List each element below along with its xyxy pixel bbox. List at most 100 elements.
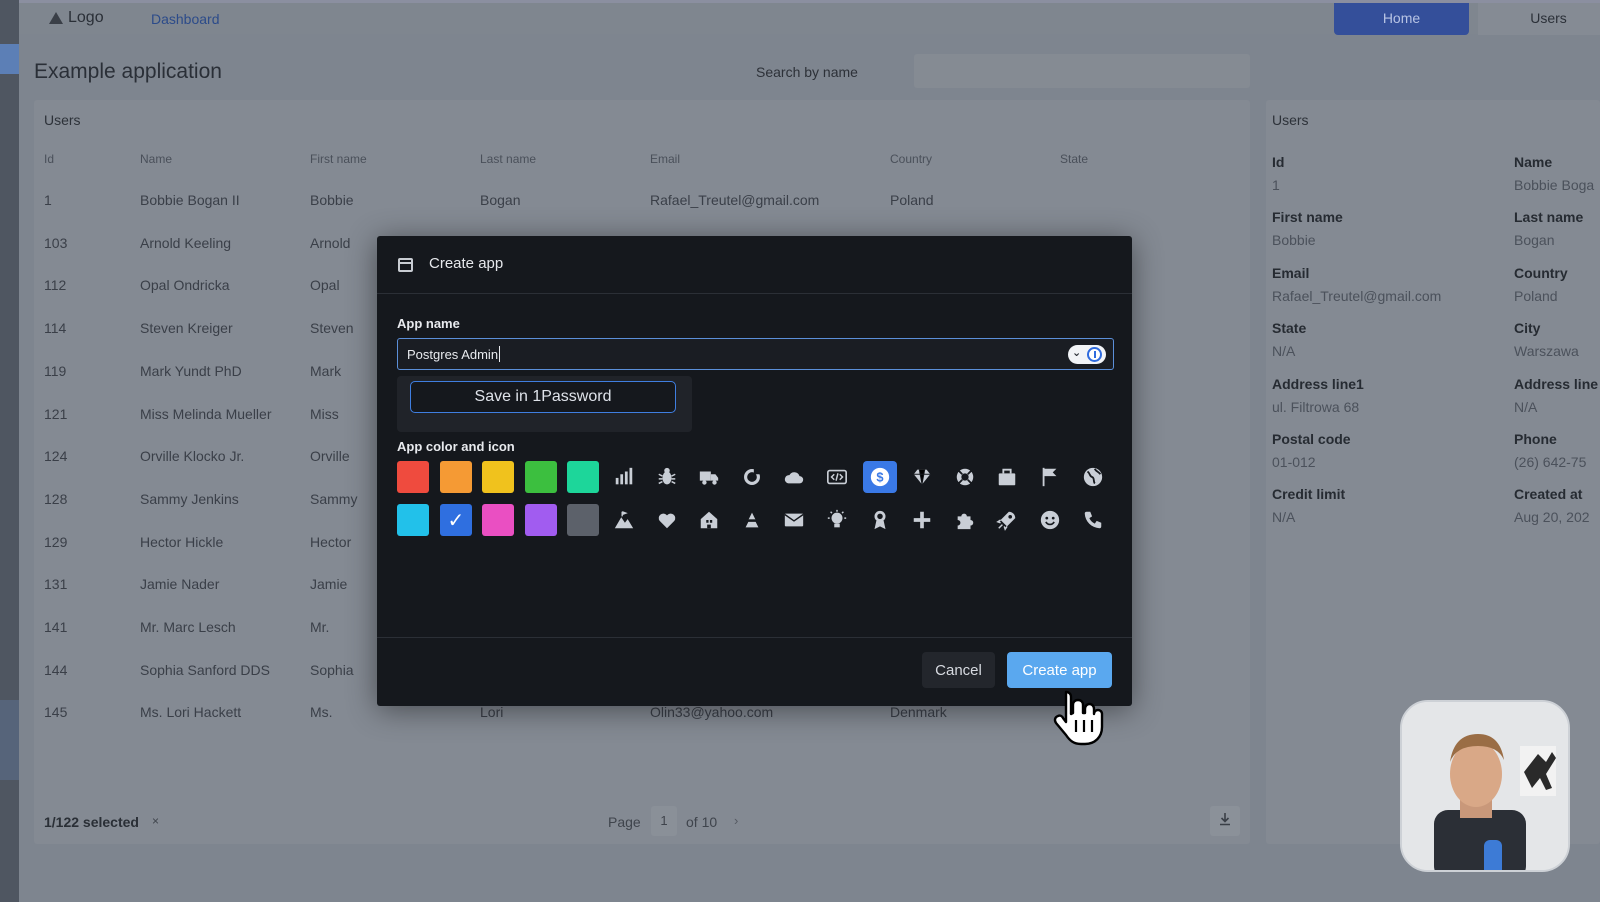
download-button[interactable] [1210,806,1240,836]
cancel-button[interactable]: Cancel [922,652,995,688]
column-header[interactable]: First name [310,152,367,166]
cell-id: 131 [44,576,68,593]
cell-first-name: Hector [310,533,352,550]
cell-name: Mr. Marc Lesch [140,619,236,635]
users-table-title: Users [44,112,81,128]
heart-icon[interactable] [650,504,684,536]
truck-icon[interactable] [692,461,726,493]
lightbulb-icon[interactable] [820,504,854,536]
plus-icon[interactable] [905,504,939,536]
cell-id: 114 [44,320,67,337]
refresh-icon[interactable] [735,461,769,493]
house-icon[interactable] [692,504,726,536]
dollar-icon[interactable]: $ [862,461,897,493]
cell-first-name: Ms. [310,704,333,721]
dialog-title: Create app [429,255,504,272]
puzzle-icon[interactable] [948,504,982,536]
color-icon-label: App color and icon [397,439,515,454]
page-total: of 10 [686,814,718,830]
globe-icon[interactable] [1076,461,1110,493]
hand-cursor-icon [1053,690,1104,746]
cell-country: Denmark [890,704,947,721]
cell-email: Rafael_Treutel@gmail.com [650,192,820,208]
password-manager-toggle[interactable]: ⌄ [1068,345,1106,364]
search-input[interactable] [914,54,1250,88]
rocket-icon[interactable] [990,504,1024,536]
cell-email: Olin33@yahoo.com [650,704,774,721]
detail-value: N/A [1272,343,1296,360]
column-header[interactable]: State [1060,152,1088,166]
color-swatch[interactable] [439,461,472,493]
detail-value: N/A [1272,509,1296,526]
cell-name: Mark Yundt PhD [140,362,242,379]
color-swatch[interactable] [397,461,429,493]
app-name-label: App name [397,316,460,331]
color-swatch[interactable] [397,504,429,536]
color-swatch[interactable] [439,504,472,536]
detail-label: First name [1272,209,1343,226]
onepassword-popup: Save in 1Password [397,376,692,432]
diamond-icon[interactable] [905,461,939,493]
cell-name: Orville Klocko Jr. [140,448,245,465]
next-page-icon[interactable]: › [734,813,738,828]
mail-icon[interactable] [777,504,811,536]
bug-icon[interactable] [650,461,684,493]
cloud-icon[interactable] [777,461,811,493]
lifebuoy-icon[interactable] [948,461,982,493]
recycle-icon[interactable] [735,504,769,536]
code-icon[interactable] [820,461,854,493]
badge-icon[interactable] [863,504,897,536]
page-number-input[interactable]: 1 [651,806,677,836]
column-header[interactable]: Last name [480,152,536,166]
left-rail-item[interactable] [0,700,19,780]
detail-label: State [1272,320,1307,337]
detail-value: Bobbie Boga [1514,177,1595,193]
logo[interactable]: Logo [49,9,104,27]
color-swatch[interactable] [482,504,514,536]
cell-id: 124 [44,448,68,465]
detail-value: Bogan [1514,232,1555,249]
table-row[interactable]: 1 Bobbie Bogan II Bobbie Bogan Rafael_Treute… [34,192,1250,235]
onepassword-icon [1087,347,1102,362]
detail-label: Credit limit [1272,486,1346,503]
color-swatch[interactable] [567,461,599,493]
color-swatch[interactable] [524,461,557,493]
cell-name: Bobbie Bogan II [140,192,240,208]
dashboard-link[interactable]: Dashboard [151,11,220,27]
cell-id: 141 [44,619,68,635]
detail-value: ul. Filtrowa 68 [1272,398,1360,415]
window-icon [398,258,413,272]
bar-chart-icon[interactable] [607,461,641,493]
flag-icon[interactable] [1033,461,1067,493]
detail-label: Country [1514,264,1568,281]
column-header[interactable]: Email [650,152,680,166]
selection-count: 1/122 selected [44,814,139,830]
cell-id: 128 [44,490,68,507]
dialog-header: Create app [377,236,1132,294]
color-swatch[interactable] [482,461,514,493]
app-name-input[interactable] [397,338,1114,370]
smiley-icon[interactable] [1033,504,1067,536]
left-rail-active-item[interactable] [0,44,19,74]
column-header[interactable]: Id [44,152,54,166]
save-in-1password-button[interactable]: Save in 1Password [410,381,676,413]
search-label: Search by name [756,64,858,80]
cell-id: 121 [44,405,68,422]
color-swatch[interactable] [567,504,599,536]
column-header[interactable]: Name [140,152,172,166]
briefcase-icon[interactable] [990,461,1024,493]
column-header[interactable]: Country [890,152,932,166]
cell-first-name: Miss [310,405,339,422]
users-button[interactable]: Users [1478,3,1600,35]
cell-id: 144 [44,661,68,678]
home-button[interactable]: Home [1334,3,1469,35]
clear-selection-icon[interactable]: × [152,814,159,828]
create-app-button[interactable]: Create app [1007,652,1112,688]
cell-first-name: Arnold [310,234,351,251]
phone-icon[interactable] [1076,504,1110,536]
top-navbar: Logo Dashboard Home Users [19,0,1600,35]
detail-label: Id [1272,154,1285,170]
cell-name: Sammy Jenkins [140,490,239,507]
mountain-icon[interactable] [607,504,641,536]
color-swatch[interactable] [524,504,557,536]
